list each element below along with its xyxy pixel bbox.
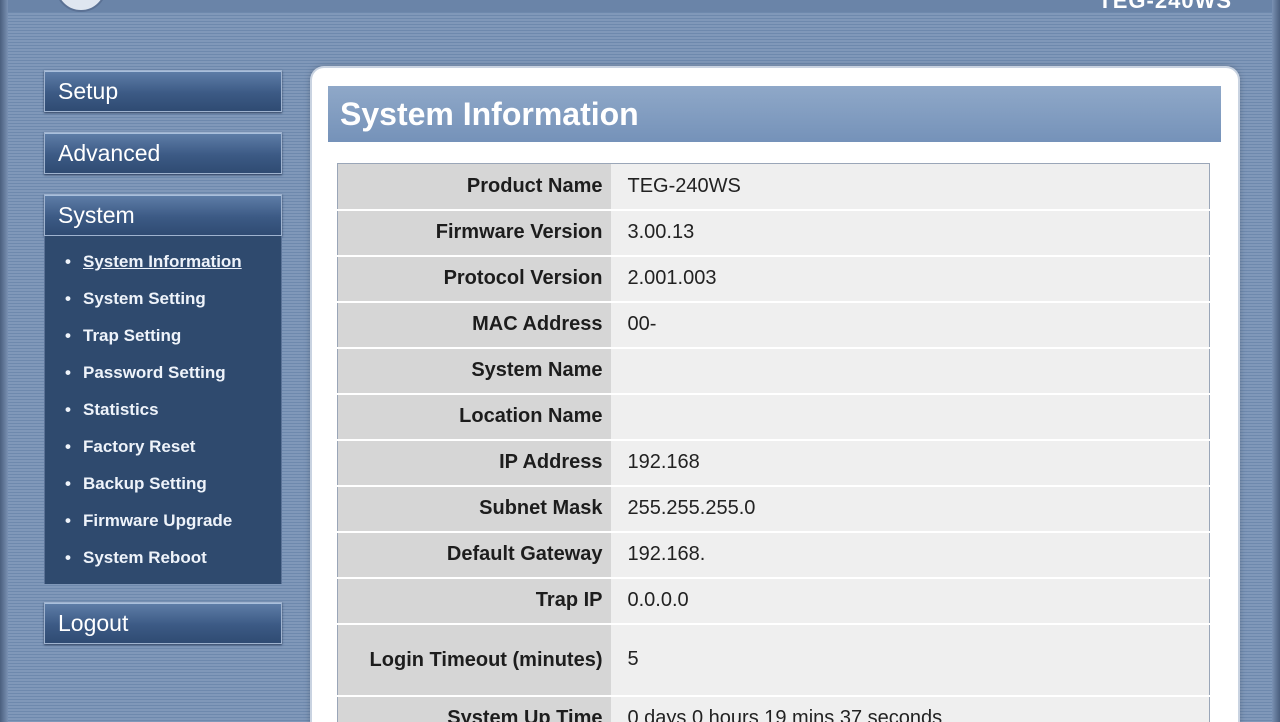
row-label: Firmware Version xyxy=(337,209,611,257)
bullet-icon: • xyxy=(65,252,71,271)
row-value: 5 xyxy=(610,623,1210,697)
row-label: Login Timeout (minutes) xyxy=(337,623,611,697)
sidebar-item-system-setting[interactable]: • System Setting xyxy=(65,289,206,309)
row-value: TEG-240WS xyxy=(610,163,1210,211)
bullet-icon: • xyxy=(65,289,71,308)
system-info-table: Product Name TEG-240WS Firmware Version … xyxy=(337,163,1210,722)
row-value: 0.0.0.0 xyxy=(610,577,1210,625)
row-value: 0 days 0 hours 19 mins 37 seconds xyxy=(610,695,1210,722)
sidebar-item-label: Password Setting xyxy=(83,363,226,382)
sidebar-item-label: System Setting xyxy=(83,289,206,308)
table-row: Firmware Version 3.00.13 xyxy=(337,209,1210,257)
row-label: Subnet Mask xyxy=(337,485,611,533)
table-row: System Up Time 0 days 0 hours 19 mins 37… xyxy=(337,695,1210,722)
table-row: Location Name xyxy=(337,393,1210,441)
sidebar-item-password-setting[interactable]: • Password Setting xyxy=(65,363,226,383)
nav-advanced-button[interactable]: Advanced xyxy=(44,132,282,174)
row-label: Product Name xyxy=(337,163,611,211)
row-label: Default Gateway xyxy=(337,531,611,579)
sidebar-item-label: Firmware Upgrade xyxy=(83,511,233,530)
row-value: 3.00.13 xyxy=(610,209,1210,257)
bullet-icon: • xyxy=(65,400,71,419)
logout-button[interactable]: Logout xyxy=(44,602,282,644)
window-frame-right xyxy=(1272,0,1280,722)
bullet-icon: • xyxy=(65,363,71,382)
table-row: Default Gateway 192.168. xyxy=(337,531,1210,579)
row-label: Trap IP xyxy=(337,577,611,625)
table-row: Product Name TEG-240WS xyxy=(337,163,1210,211)
bullet-icon: • xyxy=(65,511,71,530)
table-row: IP Address 192.168 xyxy=(337,439,1210,487)
sidebar-item-firmware-upgrade[interactable]: • Firmware Upgrade xyxy=(65,511,232,531)
table-row: Protocol Version 2.001.003 xyxy=(337,255,1210,303)
system-submenu: • System Information • System Setting • Tra… xyxy=(44,236,282,584)
sidebar-item-factory-reset[interactable]: • Factory Reset xyxy=(65,437,195,457)
content-panel: System Information Product Name TEG-240W… xyxy=(312,68,1238,722)
sidebar-item-label: Trap Setting xyxy=(83,326,182,345)
table-row: MAC Address 00- xyxy=(337,301,1210,349)
sidebar-item-label: Factory Reset xyxy=(83,437,196,456)
sidebar-item-label: System Information xyxy=(83,252,242,271)
sidebar-item-system-reboot[interactable]: • System Reboot xyxy=(65,548,207,568)
table-row: System Name xyxy=(337,347,1210,395)
row-label: Location Name xyxy=(337,393,611,441)
sidebar-item-trap-setting[interactable]: • Trap Setting xyxy=(65,326,181,346)
sidebar-item-label: Statistics xyxy=(83,400,159,419)
nav-system-button[interactable]: System xyxy=(44,194,282,236)
row-value: 192.168 xyxy=(610,439,1210,487)
row-value: 192.168. xyxy=(610,531,1210,579)
row-value: 2.001.003 xyxy=(610,255,1210,303)
row-label: MAC Address xyxy=(337,301,611,349)
sidebar-item-system-information[interactable]: • System Information xyxy=(65,252,242,272)
window-frame-left xyxy=(0,0,8,722)
row-label: Protocol Version xyxy=(337,255,611,303)
table-row: Subnet Mask 255.255.255.0 xyxy=(337,485,1210,533)
bullet-icon: • xyxy=(65,437,71,456)
nav-setup-button[interactable]: Setup xyxy=(44,70,282,112)
row-label: System Up Time xyxy=(337,695,611,722)
header-strip xyxy=(8,0,1272,12)
bullet-icon: • xyxy=(65,326,71,345)
row-label: System Name xyxy=(337,347,611,395)
sidebar-item-statistics[interactable]: • Statistics xyxy=(65,400,159,420)
row-value: 00- xyxy=(610,301,1210,349)
table-row: Login Timeout (minutes) 5 xyxy=(337,623,1210,697)
model-name: TEG-240WS xyxy=(1098,0,1232,13)
row-value xyxy=(610,393,1210,441)
row-value xyxy=(610,347,1210,395)
bullet-icon: • xyxy=(65,474,71,493)
sidebar-item-label: Backup Setting xyxy=(83,474,207,493)
row-label: IP Address xyxy=(337,439,611,487)
sidebar-item-label: System Reboot xyxy=(83,548,207,567)
bullet-icon: • xyxy=(65,548,71,567)
page-title: System Information xyxy=(328,86,1221,142)
row-value: 255.255.255.0 xyxy=(610,485,1210,533)
table-row: Trap IP 0.0.0.0 xyxy=(337,577,1210,625)
sidebar-item-backup-setting[interactable]: • Backup Setting xyxy=(65,474,207,494)
